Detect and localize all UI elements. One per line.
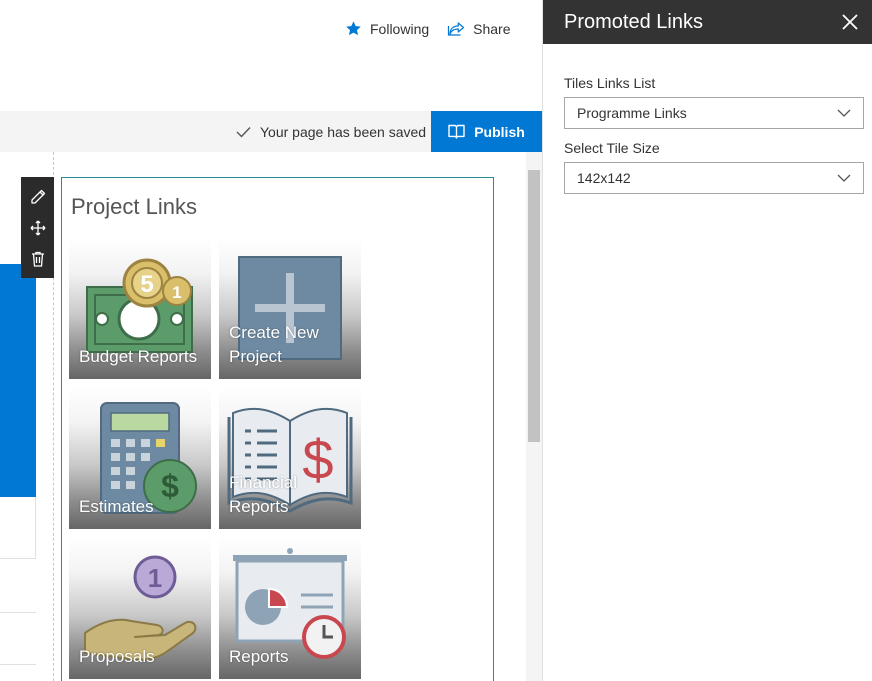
scrollbar-thumb[interactable] (528, 170, 540, 442)
tile-label: Estimates (79, 497, 154, 516)
checkmark-icon (236, 126, 251, 138)
command-bar: Your page has been saved Publish (0, 111, 542, 152)
chevron-down-icon (837, 174, 851, 182)
close-icon (842, 14, 858, 30)
pencil-icon (30, 189, 45, 204)
tile-label: Reports (229, 647, 289, 666)
tile-label: Budget Reports (79, 347, 198, 366)
property-pane-header: Promoted Links (543, 0, 872, 44)
tile-size-dropdown[interactable]: 142x142 (564, 162, 864, 194)
tile-label: Proposals (79, 647, 155, 666)
left-webpart-box (0, 497, 36, 559)
property-pane: Promoted Links Tiles Links List Programm… (542, 0, 872, 681)
move-webpart-button[interactable] (25, 215, 51, 241)
tile-estimates[interactable]: $ Estimates (69, 387, 211, 529)
share-button[interactable]: Share (447, 20, 511, 37)
tiles-links-list-label: Tiles Links List (564, 75, 656, 91)
canvas-scrollbar[interactable] (526, 152, 542, 681)
property-pane-title: Promoted Links (564, 10, 703, 33)
saved-status-text: Your page has been saved (260, 123, 427, 140)
webpart-edit-toolbar (21, 177, 54, 278)
svg-text:1: 1 (148, 563, 162, 593)
saved-status: Your page has been saved (236, 111, 426, 152)
tile-size-label: Select Tile Size (564, 140, 660, 156)
tile-proposals[interactable]: 1 Proposals (69, 537, 211, 679)
share-label: Share (473, 20, 511, 37)
tile-financial-reports[interactable]: $ Financial Reports (219, 387, 361, 529)
dropdown-value: Programme Links (577, 105, 687, 121)
publish-button[interactable]: Publish (431, 111, 542, 152)
webpart-title: Project Links (71, 194, 197, 219)
svg-text:1: 1 (172, 283, 181, 302)
tile-reports[interactable]: Reports (219, 537, 361, 679)
close-pane-button[interactable] (839, 11, 861, 33)
svg-text:5: 5 (140, 271, 153, 298)
following-button[interactable]: Following (345, 20, 429, 37)
publish-label: Publish (474, 123, 525, 140)
tile-budget-reports[interactable]: 5 1 Budget Reports (69, 237, 211, 379)
book-icon (448, 124, 465, 139)
divider (0, 664, 36, 665)
move-icon (30, 220, 45, 235)
tile-create-new-project[interactable]: Create New Project (219, 237, 361, 379)
divider (0, 612, 36, 613)
following-label: Following (370, 20, 430, 37)
page-actions: Following Share (345, 20, 511, 37)
tile-label: Financial Reports (229, 473, 298, 516)
delete-webpart-button[interactable] (25, 246, 51, 272)
tiles-links-list-dropdown[interactable]: Programme Links (564, 97, 864, 129)
dropdown-value: 142x142 (577, 170, 631, 186)
edit-webpart-button[interactable] (25, 184, 51, 210)
star-icon (346, 21, 361, 36)
promoted-links-webpart[interactable]: Project Links 5 1 Budget Reports Create … (61, 177, 494, 681)
trash-icon (31, 251, 44, 267)
share-icon (448, 21, 465, 36)
left-webpart-banner (0, 264, 36, 497)
tile-label: Create New Project (229, 323, 319, 366)
chevron-down-icon (837, 109, 851, 117)
